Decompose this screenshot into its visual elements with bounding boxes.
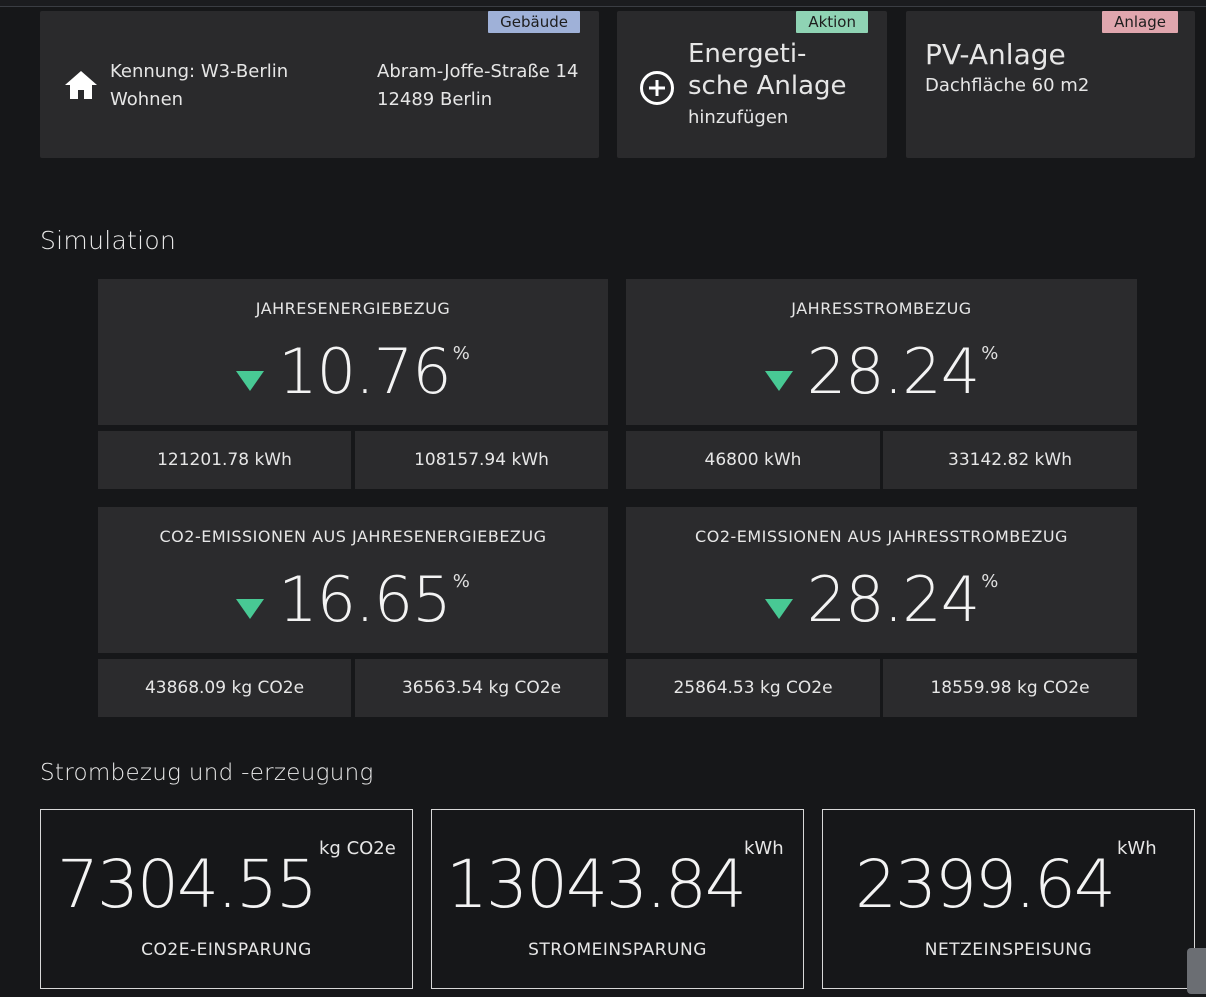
plant-tag: Anlage bbox=[1102, 11, 1178, 33]
sim-card-co2-electricity: CO2-EMISSIONEN AUS JAHRESSTROMBEZUG 28.2… bbox=[626, 507, 1137, 653]
plant-subtitle: Dachfläche 60 m2 bbox=[925, 75, 1090, 96]
sim-card-after: 36563.54 kg CO2e bbox=[355, 659, 608, 717]
building-usage: Wohnen bbox=[110, 89, 184, 110]
stat-unit: kWh bbox=[744, 838, 784, 859]
action-subtitle: hinzufügen bbox=[688, 107, 789, 128]
stat-value: 7304.55 bbox=[57, 846, 318, 923]
sim-card-value: 10.76 bbox=[278, 335, 451, 408]
sim-card-annual-energy: JAHRESENERGIEBEZUG 10.76 % bbox=[98, 279, 608, 425]
sim-card-label: CO2-EMISSIONEN AUS JAHRESENERGIEBEZUG bbox=[159, 527, 547, 546]
top-bar bbox=[0, 0, 1206, 7]
plant-title: PV-Anlage bbox=[925, 38, 1066, 71]
add-plant-card[interactable]: Aktion Energeti- sche Anlage hinzufügen bbox=[617, 11, 887, 158]
side-panel-handle[interactable] bbox=[1187, 948, 1206, 994]
sim-card-unit: % bbox=[981, 343, 999, 364]
building-id: Kennung: W3-Berlin bbox=[110, 61, 289, 82]
home-icon bbox=[64, 69, 98, 105]
stat-unit: kWh bbox=[1117, 838, 1157, 859]
simulation-title: Simulation bbox=[40, 226, 177, 255]
action-tag: Aktion bbox=[796, 11, 868, 33]
sim-card-label: JAHRESSTROMBEZUG bbox=[791, 299, 972, 318]
stat-value: 2399.64 bbox=[855, 846, 1116, 923]
trend-down-icon bbox=[764, 371, 793, 391]
plus-circle-icon[interactable] bbox=[639, 70, 675, 110]
sim-card-value: 28.24 bbox=[806, 335, 980, 408]
sim-card-unit: % bbox=[981, 571, 999, 592]
stat-value: 13043.84 bbox=[446, 846, 747, 923]
stat-electricity-savings: 13043.84 kWh STROMEINSPARUNG bbox=[431, 809, 804, 989]
sim-card-value: 16.65 bbox=[278, 563, 451, 636]
sim-card-before: 121201.78 kWh bbox=[98, 431, 351, 489]
sim-card-label: CO2-EMISSIONEN AUS JAHRESSTROMBEZUG bbox=[695, 527, 1068, 546]
sim-card-before: 25864.53 kg CO2e bbox=[626, 659, 880, 717]
stat-caption: NETZEINSPEISUNG bbox=[924, 940, 1093, 960]
stat-unit: kg CO2e bbox=[319, 838, 396, 859]
action-title-line2: sche Anlage bbox=[688, 71, 847, 101]
sim-card-unit: % bbox=[452, 571, 470, 592]
sim-card-after: 33142.82 kWh bbox=[883, 431, 1137, 489]
stat-caption: CO2E-EINSPARUNG bbox=[141, 940, 312, 960]
sim-card-co2-energy: CO2-EMISSIONEN AUS JAHRESENERGIEBEZUG 16… bbox=[98, 507, 608, 653]
stat-caption: STROMEINSPARUNG bbox=[528, 940, 707, 960]
electricity-title: Strombezug und -erzeugung bbox=[40, 760, 374, 786]
sim-card-annual-electricity: JAHRESSTROMBEZUG 28.24 % bbox=[626, 279, 1137, 425]
stat-grid-feed-in: 2399.64 kWh NETZEINSPEISUNG bbox=[822, 809, 1195, 989]
sim-card-before: 46800 kWh bbox=[626, 431, 880, 489]
stat-co2-savings: 7304.55 kg CO2e CO2E-EINSPARUNG bbox=[40, 809, 413, 989]
trend-down-icon bbox=[764, 599, 793, 619]
trend-down-icon bbox=[236, 371, 265, 391]
trend-down-icon bbox=[236, 599, 265, 619]
sim-card-after: 18559.98 kg CO2e bbox=[883, 659, 1137, 717]
building-card[interactable]: Gebäude Kennung: W3-Berlin Wohnen Abram-… bbox=[40, 11, 599, 158]
action-title-line1: Energeti- bbox=[688, 39, 807, 69]
sim-card-before: 43868.09 kg CO2e bbox=[98, 659, 351, 717]
pv-plant-card[interactable]: Anlage PV-Anlage Dachfläche 60 m2 bbox=[906, 11, 1195, 158]
sim-card-label: JAHRESENERGIEBEZUG bbox=[255, 299, 451, 318]
building-tag: Gebäude bbox=[488, 11, 580, 33]
sim-card-value: 28.24 bbox=[806, 563, 980, 636]
building-city: 12489 Berlin bbox=[377, 89, 493, 110]
building-street: Abram-Joffe-Straße 14 bbox=[377, 61, 579, 82]
sim-card-after: 108157.94 kWh bbox=[355, 431, 608, 489]
sim-card-unit: % bbox=[452, 343, 470, 364]
